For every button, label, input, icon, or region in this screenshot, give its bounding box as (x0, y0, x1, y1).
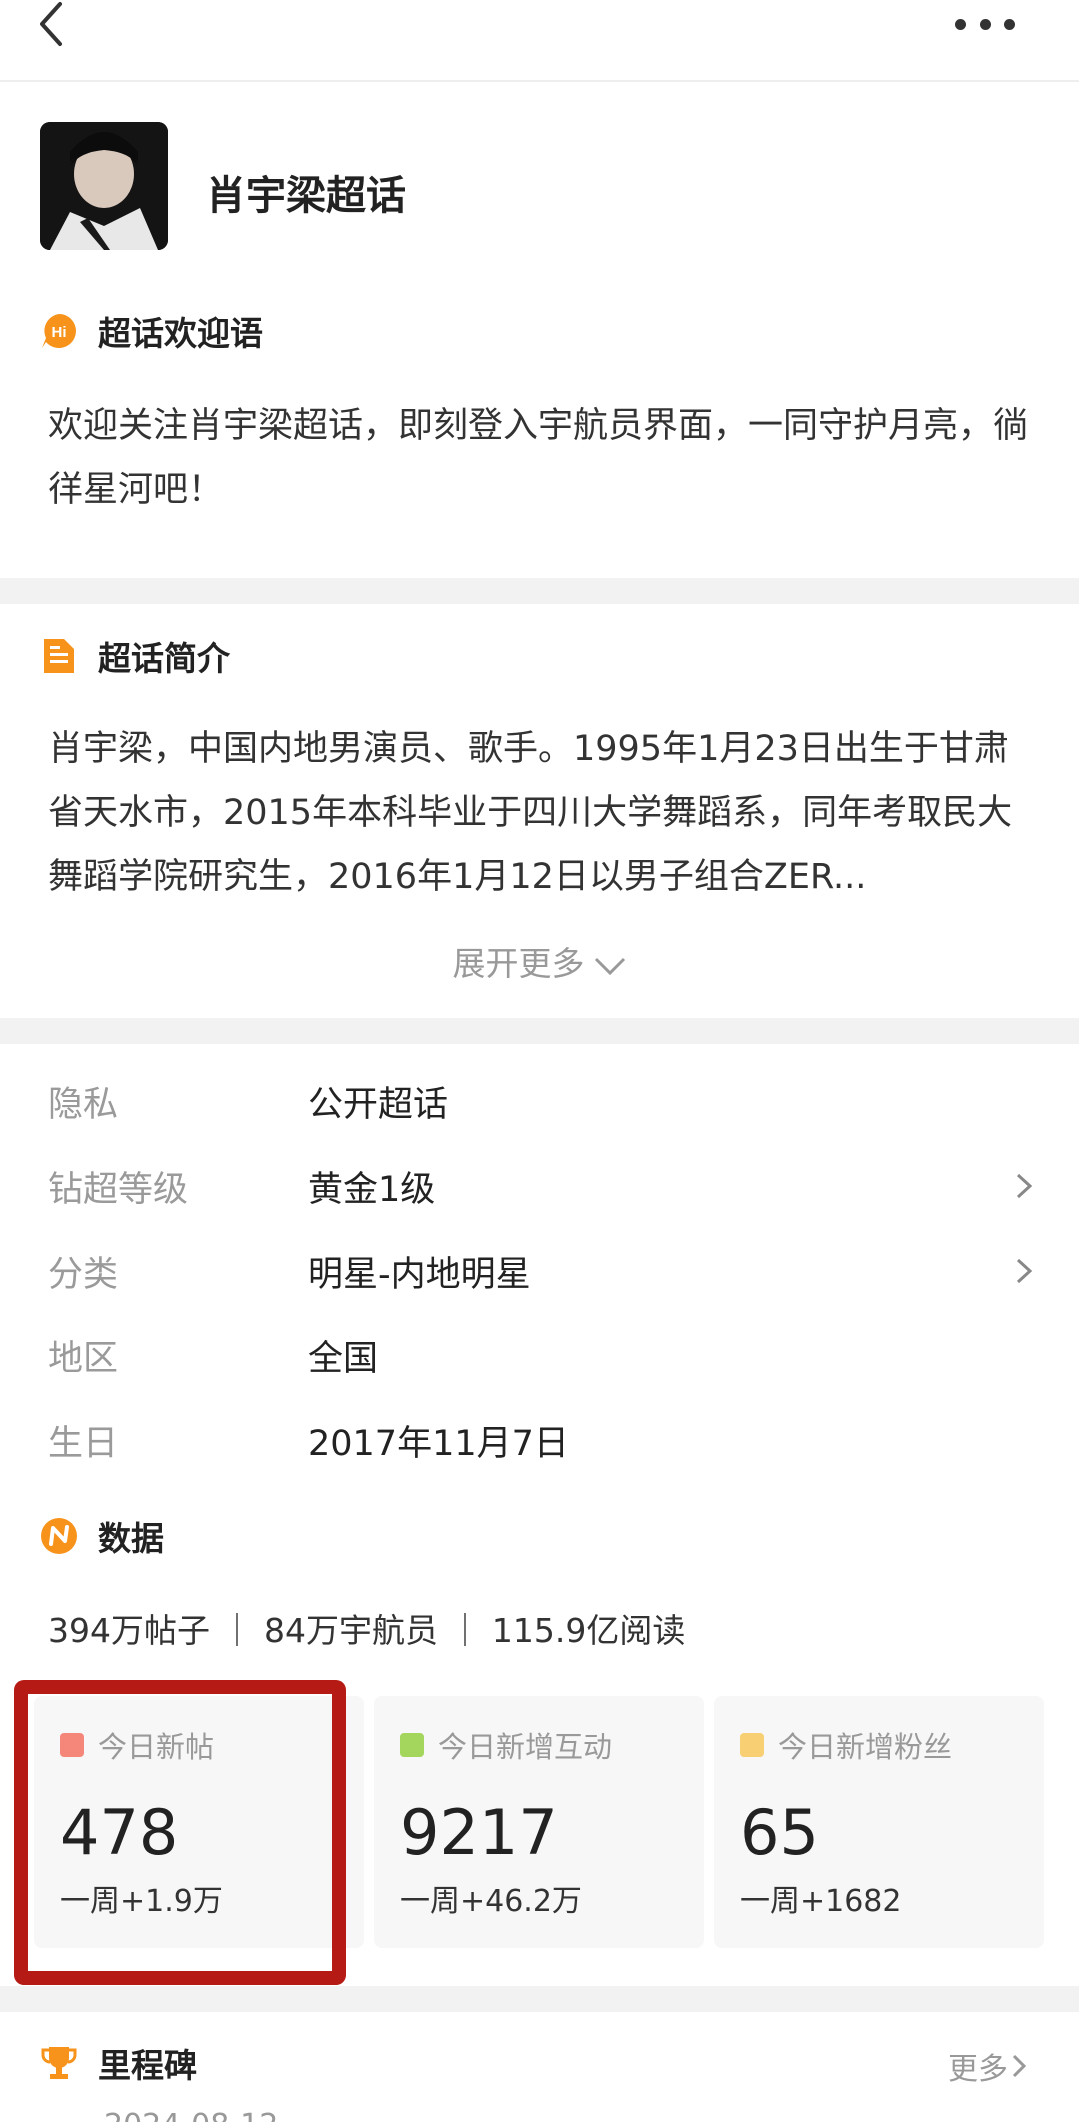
info-label: 隐私 (48, 1084, 119, 1125)
welcome-title: 超话欢迎语 (98, 314, 263, 353)
topic-avatar[interactable] (40, 122, 168, 250)
stat-label: 今日新增粉丝 (778, 1730, 953, 1764)
chevron-down-icon (594, 957, 625, 975)
info-value: 明星-内地明星 (308, 1254, 531, 1295)
stats-summary: 394万帖子 ｜ 84万宇航员 ｜ 115.9亿阅读 (48, 1611, 686, 1650)
more-label: 更多 (948, 2052, 1008, 2087)
stat-card-new-interactions[interactable]: 今日新增互动 9217 一周+46.2万 (374, 1696, 704, 1948)
chevron-right-icon (1012, 2054, 1027, 2078)
info-row-level[interactable]: 钻超等级 黄金1级 (48, 1156, 1038, 1216)
expand-more-button[interactable]: 展开更多 (0, 937, 1079, 985)
stat-card-new-fans[interactable]: 今日新增粉丝 65 一周+1682 (714, 1696, 1044, 1948)
back-button[interactable] (28, 0, 78, 50)
legend-square-icon (400, 1733, 424, 1757)
data-title: 数据 (98, 1519, 164, 1558)
info-value: 公开超话 (308, 1084, 449, 1125)
welcome-text: 欢迎关注肖宇梁超话，即刻登入宇航员界面，一同守护月亮，徜徉星河吧！ (48, 406, 1029, 510)
stat-week: 一周+46.2万 (400, 1884, 582, 1919)
trophy-icon (40, 2044, 78, 2082)
stat-label: 今日新增互动 (438, 1730, 613, 1764)
info-value: 全国 (308, 1338, 379, 1379)
expand-more-label: 展开更多 (452, 944, 585, 983)
section-divider (0, 578, 1079, 604)
highlight-box (14, 1680, 346, 1985)
info-label: 钻超等级 (48, 1169, 189, 1210)
info-label: 地区 (48, 1338, 119, 1379)
info-label: 分类 (48, 1254, 119, 1295)
section-divider (0, 1018, 1079, 1044)
chevron-right-icon (1014, 1251, 1038, 1291)
welcome-section-header: Hi 超话欢迎语 (40, 308, 263, 354)
info-row-privacy: 隐私 公开超话 (48, 1071, 1038, 1131)
intro-title: 超话简介 (98, 639, 230, 678)
more-dots-icon (955, 18, 966, 30)
info-row-region: 地区 全国 (48, 1325, 1038, 1385)
section-divider (0, 1986, 1079, 2012)
info-row-birthday: 生日 2017年11月7日 (48, 1410, 1038, 1470)
svg-text:Hi: Hi (52, 324, 67, 341)
stat-value: 65 (740, 1796, 819, 1869)
info-value: 黄金1级 (308, 1169, 436, 1210)
legend-square-icon (740, 1733, 764, 1757)
milestone-section-header: 里程碑 (40, 2040, 197, 2086)
data-n-icon (40, 1517, 78, 1555)
info-value: 2017年11月7日 (308, 1423, 569, 1464)
data-section-header: 数据 (40, 1513, 164, 1559)
more-options-button[interactable] (955, 14, 1015, 34)
intro-text: 肖宇梁，中国内地男演员、歌手。1995年1月23日出生于甘肃省天水市，2015年… (48, 729, 1013, 897)
stat-value: 9217 (400, 1796, 558, 1869)
stat-week: 一周+1682 (740, 1884, 902, 1919)
document-icon (40, 637, 78, 675)
info-row-category[interactable]: 分类 明星-内地明星 (48, 1241, 1038, 1301)
info-label: 生日 (48, 1423, 119, 1464)
milestone-date: 2024-08-12 (104, 2108, 278, 2122)
milestone-title: 里程碑 (98, 2046, 197, 2085)
hi-icon: Hi (40, 312, 78, 350)
topic-title: 肖宇梁超话 (206, 173, 406, 219)
chevron-left-icon (40, 2, 62, 46)
chevron-right-icon (1014, 1166, 1038, 1206)
top-nav-bar (0, 0, 1079, 82)
milestone-more-link[interactable]: 更多 (948, 2044, 1028, 2088)
intro-section-header: 超话简介 (40, 633, 230, 679)
